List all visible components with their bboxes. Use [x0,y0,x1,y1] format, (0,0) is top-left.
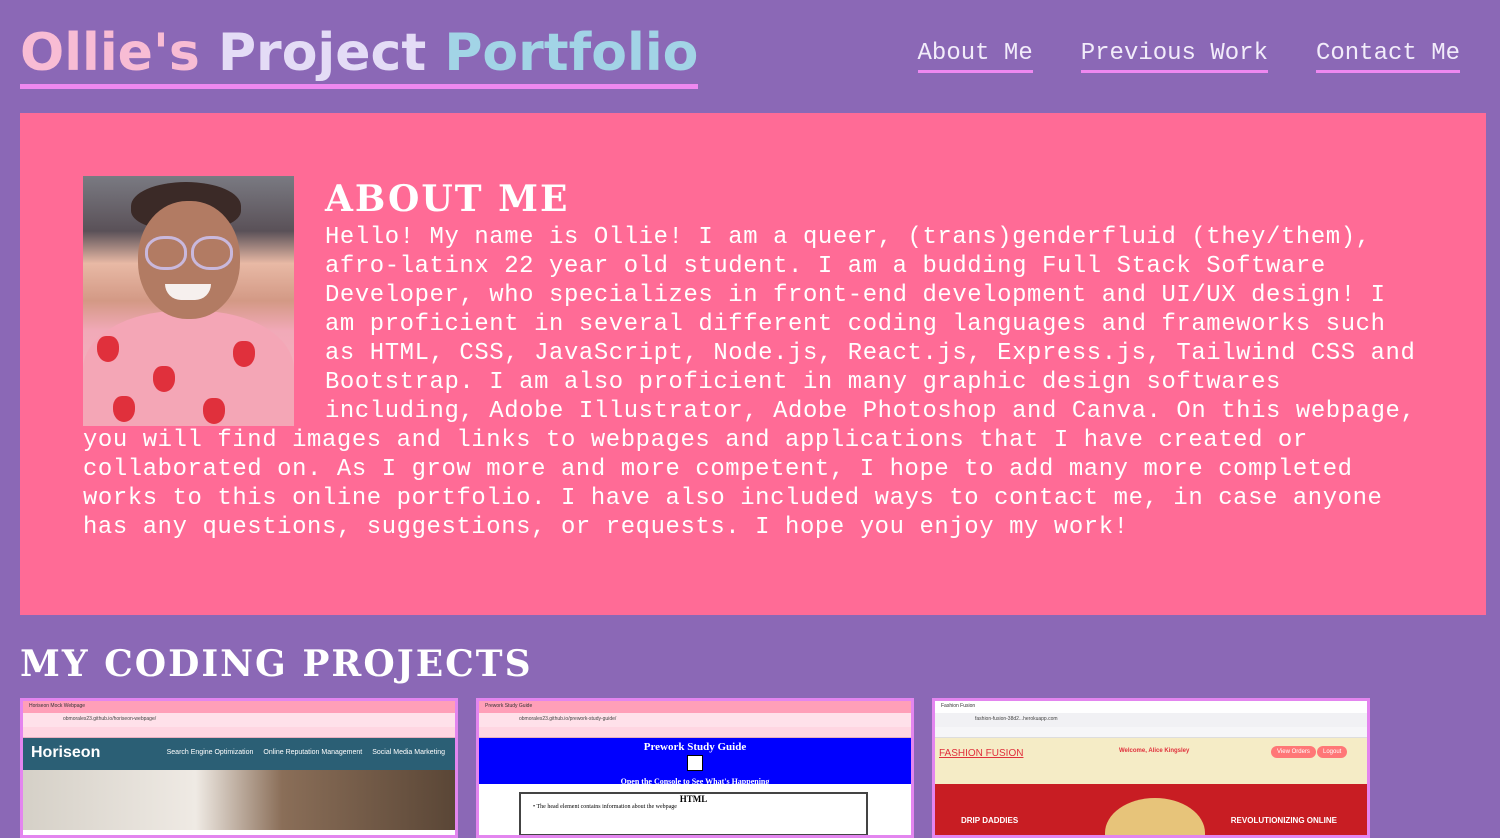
horiseon-header: Horiseon Search Engine Optimization Onli… [23,738,455,770]
study-guide-list-item: • The head element contains information … [533,804,677,810]
browser-tab-bar: Horiseon Mock Webpage [23,701,455,713]
browser-url-bar: obmorales23.github.io/prework-study-guid… [479,713,911,727]
browser-bookmarks-bar [23,727,455,738]
project-card-fashion-fusion[interactable]: Fashion Fusion fashion-fusion-38d2...her… [932,698,1370,838]
horiseon-nav: Search Engine Optimization Online Reputa… [167,749,445,756]
study-guide-title: Prework Study Guide [643,741,747,753]
photo-glasses [145,236,187,270]
browser-url-bar: obmorales23.github.io/horiseon-webpage/ [23,713,455,727]
nav-contact-me[interactable]: Contact Me [1315,38,1460,73]
owl-icon [687,755,703,771]
banner-text-left: DRIP DADDIES [961,816,1019,825]
browser-bookmarks-bar [479,727,911,738]
project-card-prework-study-guide[interactable]: Prework Study Guide obmorales23.github.i… [476,698,914,838]
horiseon-nav-item: Online Reputation Management [263,749,363,756]
about-section: ABOUT ME Hello! My name is Ollie! I am a… [20,113,1486,615]
nav-about-me[interactable]: About Me [917,38,1033,73]
horiseon-hero-image [23,770,455,830]
browser-url: obmorales23.github.io/horiseon-webpage/ [63,716,157,722]
project-card-horiseon[interactable]: Horiseon Mock Webpage obmorales23.github… [20,698,458,838]
fashion-fusion-banner: DRIP DADDIES REVOLUTIONIZING ONLINE [935,784,1367,835]
browser-url-bar: fashion-fusion-38d2...herokuapp.com [935,713,1367,727]
browser-tab-title: Prework Study Guide [485,703,533,709]
title-part-ollies: Ollie's [20,23,200,83]
photo-strawberry [97,336,119,362]
browser-url: obmorales23.github.io/prework-study-guid… [519,716,617,722]
photo-strawberry [203,398,225,424]
title-part-project: Project [217,23,427,83]
browser-bookmarks-bar [935,727,1367,738]
horiseon-nav-item: Social Media Marketing [372,749,445,756]
banner-text-right: REVOLUTIONIZING ONLINE [1230,816,1337,825]
browser-url: fashion-fusion-38d2...herokuapp.com [975,716,1058,722]
projects-heading: MY CODING PROJECTS [20,643,533,685]
photo-glasses [191,236,233,270]
study-guide-header: Prework Study Guide Open the Console to … [479,738,911,786]
fashion-fusion-welcome: Welcome, Alice Kingsley [1119,748,1190,754]
study-guide-section-title: HTML [679,794,708,804]
browser-tab-title: Fashion Fusion [941,703,976,709]
photo-strawberry [153,366,175,392]
browser-tab-title: Horiseon Mock Webpage [29,703,86,709]
nav-previous-work[interactable]: Previous Work [1080,38,1268,73]
logout-button: Logout [1317,746,1348,758]
profile-photo [83,176,294,426]
horiseon-logo: Horiseon [31,744,101,761]
study-guide-body: HTML • The head element contains informa… [479,784,911,835]
title-part-portfolio: Portfolio [444,23,699,83]
fashion-fusion-header: FASHION FUSION Welcome, Alice Kingsley V… [935,738,1367,784]
study-guide-section-box: HTML • The head element contains informa… [519,792,868,835]
main-nav: About Me Previous Work Contact Me [917,38,1460,73]
browser-tab-bar: Fashion Fusion [935,701,1367,713]
photo-strawberry [233,341,255,367]
site-title: Ollie's Project Portfolio [20,22,699,89]
banner-hat-image [1105,798,1205,835]
photo-strawberry [113,396,135,422]
view-orders-button: View Orders [1271,746,1316,758]
fashion-fusion-logo: FASHION FUSION [939,748,1024,759]
horiseon-nav-item: Search Engine Optimization [166,749,254,756]
browser-tab-bar: Prework Study Guide [479,701,911,713]
